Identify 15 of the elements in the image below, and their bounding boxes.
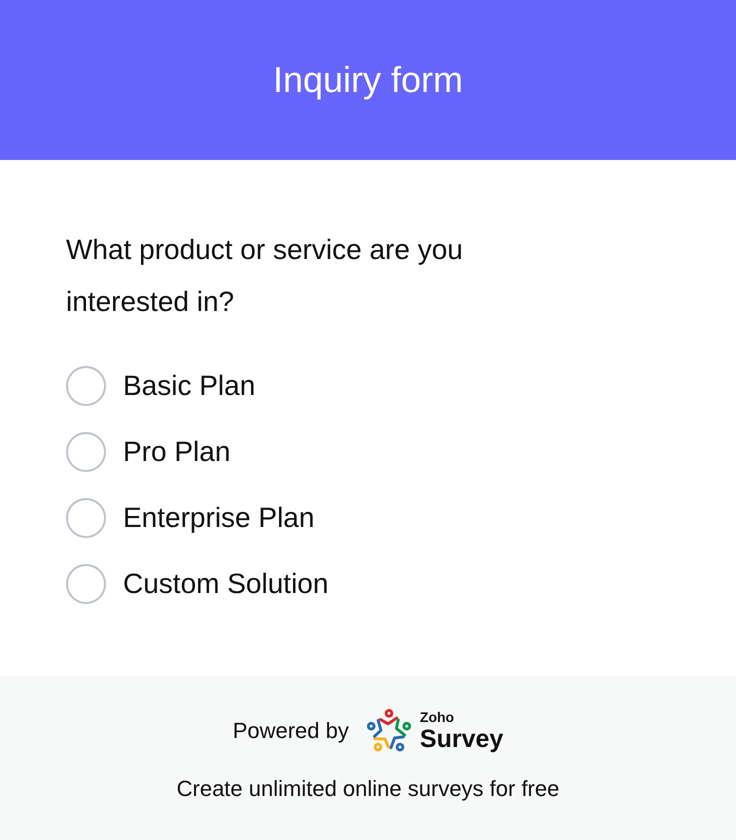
- option-label: Pro Plan: [123, 435, 230, 469]
- radio-button[interactable]: [66, 564, 106, 604]
- form-title: Inquiry form: [272, 58, 464, 102]
- question-text: What product or service are you interested in?: [66, 233, 464, 319]
- product-name: Survey: [420, 725, 504, 753]
- option-label: Basic Plan: [123, 369, 256, 403]
- powered-by-text: Powered by: [232, 717, 349, 745]
- radio-button[interactable]: [66, 432, 106, 472]
- tagline-text: Create unlimited online surveys for free: [176, 775, 560, 803]
- option-label: Enterprise Plan: [123, 501, 314, 535]
- radio-button[interactable]: [66, 366, 106, 406]
- option-label: Custom Solution: [123, 567, 328, 601]
- brand-name: Zoho: [420, 709, 456, 725]
- radio-button[interactable]: [66, 498, 106, 538]
- figures-ring-icon: [366, 708, 412, 754]
